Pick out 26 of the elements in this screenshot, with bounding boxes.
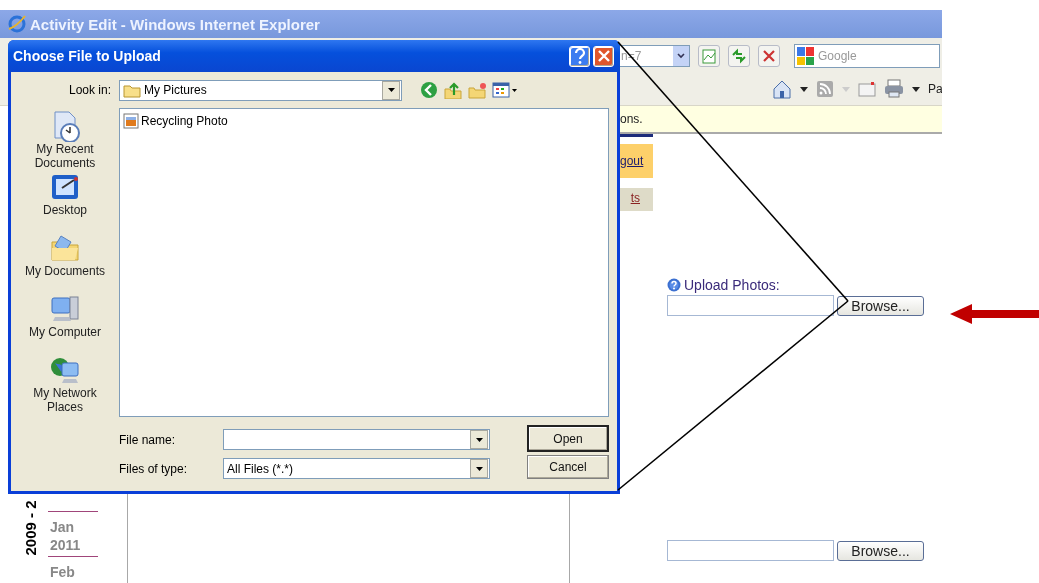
window-title: Activity Edit - Windows Internet Explorer (30, 15, 320, 33)
nav-link[interactable]: gout (620, 144, 653, 178)
look-in-dropdown[interactable]: My Pictures (119, 79, 402, 101)
field-label: Look in: (67, 83, 112, 97)
file-item[interactable]: Recycling Photo (123, 113, 228, 129)
file-list[interactable]: Recycling Photo (119, 108, 609, 417)
information-bar[interactable]: ons. (620, 106, 942, 134)
nav-link[interactable]: ts (620, 188, 653, 211)
month-link[interactable]: Feb (48, 556, 98, 583)
places-item[interactable]: Desktop (17, 171, 113, 232)
dialog-title: Choose File to Upload (13, 48, 162, 64)
browse-button[interactable]: Browse... (837, 295, 924, 316)
month-link[interactable]: Jan 2011 (48, 511, 98, 556)
menu-label[interactable]: Pa (928, 82, 942, 96)
places-item[interactable]: My Documents (17, 232, 113, 293)
field-label: File name: (119, 432, 177, 447)
places-item[interactable]: My Network Places (17, 354, 113, 415)
places-item[interactable]: My Computer (17, 293, 113, 354)
open-button[interactable]: Open (527, 425, 609, 452)
cancel-button[interactable]: Cancel (527, 455, 609, 479)
field-label: Files of type: (119, 461, 189, 476)
places-item[interactable]: My Recent Documents (17, 110, 113, 171)
field-label: Upload Photos: (684, 277, 780, 293)
browse-button[interactable]: Browse... (837, 540, 924, 561)
file-type-dropdown[interactable]: All Files (*.*) (223, 458, 490, 479)
year-range-label: 2009 - 2 (21, 499, 39, 556)
